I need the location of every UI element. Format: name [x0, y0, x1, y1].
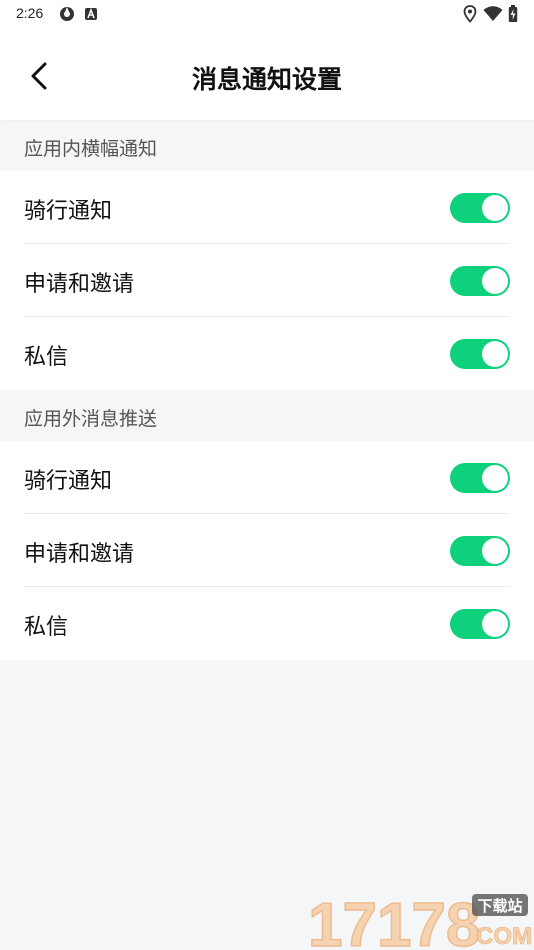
section-label-in-app-banner: 应用内横幅通知: [24, 138, 158, 160]
setting-label: 私信: [24, 615, 69, 640]
push-ride-notification-toggle[interactable]: [450, 463, 510, 493]
setting-label: 申请和邀请: [24, 272, 135, 297]
watermark-badge: 下载站: [477, 897, 522, 915]
wifi-icon: [483, 5, 503, 23]
push-private-message-toggle[interactable]: [450, 609, 510, 639]
setting-label: 骑行通知: [24, 469, 113, 494]
a-notification-icon: [84, 5, 98, 23]
battery-icon: [508, 5, 518, 23]
settings-group-push: 骑行通知 申请和邀请 私信: [0, 441, 534, 660]
setting-label: 申请和邀请: [24, 542, 135, 567]
toggle-knob: [482, 195, 508, 221]
app-notification-icon: [58, 5, 76, 23]
status-time: 2:26: [16, 5, 44, 21]
setting-row-requests-invites: 申请和邀请: [0, 514, 534, 587]
section-label-push: 应用外消息推送: [24, 408, 158, 430]
private-message-toggle[interactable]: [450, 339, 510, 369]
setting-row-ride-notification: 骑行通知: [0, 441, 534, 514]
top-app-bar: 消息通知设置: [0, 28, 534, 120]
setting-label: 骑行通知: [24, 199, 113, 224]
toggle-knob: [482, 268, 508, 294]
push-requests-invites-toggle[interactable]: [450, 536, 510, 566]
setting-row-requests-invites: 申请和邀请: [0, 244, 534, 317]
setting-row-ride-notification: 骑行通知: [0, 171, 534, 244]
toggle-knob: [482, 611, 508, 637]
requests-invites-toggle[interactable]: [450, 266, 510, 296]
page-title: 消息通知设置: [191, 65, 342, 94]
location-icon: [463, 5, 477, 23]
toggle-knob: [482, 538, 508, 564]
setting-row-private-message: 私信: [0, 587, 534, 660]
status-bar: 2:26: [0, 0, 534, 28]
setting-row-private-message: 私信: [0, 317, 534, 390]
watermark-domain: COM: [476, 923, 532, 950]
toggle-knob: [482, 341, 508, 367]
watermark-number: 17178: [308, 891, 480, 950]
settings-group-in-app: 骑行通知 申请和邀请 私信: [0, 171, 534, 390]
setting-label: 私信: [24, 345, 69, 370]
watermark-logo: 17178 下载站 COM: [307, 890, 532, 950]
toggle-knob: [482, 465, 508, 491]
ride-notification-toggle[interactable]: [450, 193, 510, 223]
